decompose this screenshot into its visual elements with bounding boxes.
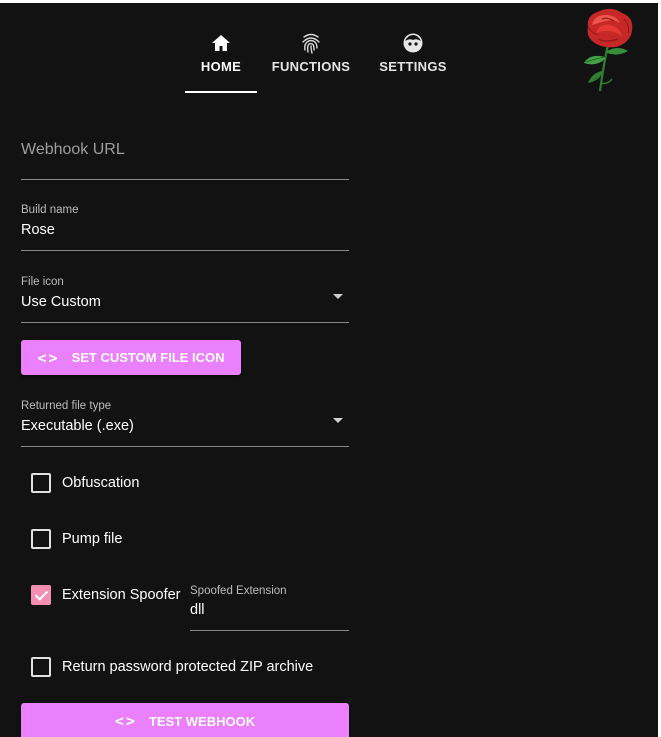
webhook-url-field[interactable]: Webhook URL [21, 141, 349, 180]
file-type-value: Executable (.exe) [21, 418, 134, 434]
tab-functions-label: FUNCTIONS [271, 59, 351, 74]
spoofed-extension-label: Spoofed Extension [190, 585, 287, 597]
tab-functions[interactable]: FUNCTIONS [257, 31, 365, 93]
extension-spoofer-checkbox[interactable] [31, 585, 51, 605]
zip-archive-option[interactable]: Return password protected ZIP archive [31, 657, 313, 677]
chevron-down-icon [333, 294, 343, 299]
spoofed-extension-field[interactable]: Spoofed Extension dll [190, 585, 349, 631]
home-icon [210, 32, 232, 54]
test-webhook-label: TEST WEBHOOK [148, 713, 256, 729]
build-name-label: Build name [21, 204, 79, 216]
file-icon-value: Use Custom [21, 294, 101, 310]
pump-file-checkbox[interactable] [31, 529, 51, 549]
file-type-label: Returned file type [21, 400, 112, 412]
zip-archive-checkbox[interactable] [31, 657, 51, 677]
zip-archive-label: Return password protected ZIP archive [62, 659, 314, 675]
pump-file-label: Pump file [62, 531, 123, 547]
pump-file-option[interactable]: Pump file [31, 529, 122, 549]
face-icon [402, 32, 424, 54]
code-icon: <> [114, 712, 137, 730]
set-custom-file-icon-button[interactable]: <> SET CUSTOM FILE ICON [21, 340, 241, 375]
spoofed-extension-value: dll [190, 602, 205, 618]
test-webhook-button[interactable]: <> TEST WEBHOOK [21, 703, 349, 737]
build-name-field[interactable]: Build name Rose [21, 204, 349, 251]
file-type-select[interactable]: Returned file type Executable (.exe) [21, 400, 349, 447]
code-icon: <> [37, 348, 60, 367]
extension-spoofer-option[interactable]: Extension Spoofer [31, 585, 181, 605]
tab-home[interactable]: HOME [185, 31, 257, 93]
fingerprint-icon [300, 32, 322, 54]
webhook-url-placeholder: Webhook URL [21, 141, 125, 158]
rose-icon [578, 7, 640, 93]
tab-settings[interactable]: SETTINGS [365, 31, 461, 93]
obfuscation-option[interactable]: Obfuscation [31, 473, 139, 493]
tab-settings-label: SETTINGS [379, 59, 447, 74]
app-window: HOME FUNCTIONS SETTINGS Webhook URL Buil… [0, 3, 658, 737]
top-nav: HOME FUNCTIONS SETTINGS [185, 31, 461, 93]
file-icon-select[interactable]: File icon Use Custom [21, 276, 349, 323]
obfuscation-label: Obfuscation [62, 475, 140, 491]
chevron-down-icon [333, 418, 343, 423]
obfuscation-checkbox[interactable] [31, 473, 51, 493]
file-icon-label: File icon [21, 276, 64, 288]
tab-home-label: HOME [200, 59, 242, 74]
build-name-value: Rose [21, 222, 55, 238]
extension-spoofer-label: Extension Spoofer [62, 587, 181, 603]
set-custom-file-icon-label: SET CUSTOM FILE ICON [71, 350, 225, 365]
